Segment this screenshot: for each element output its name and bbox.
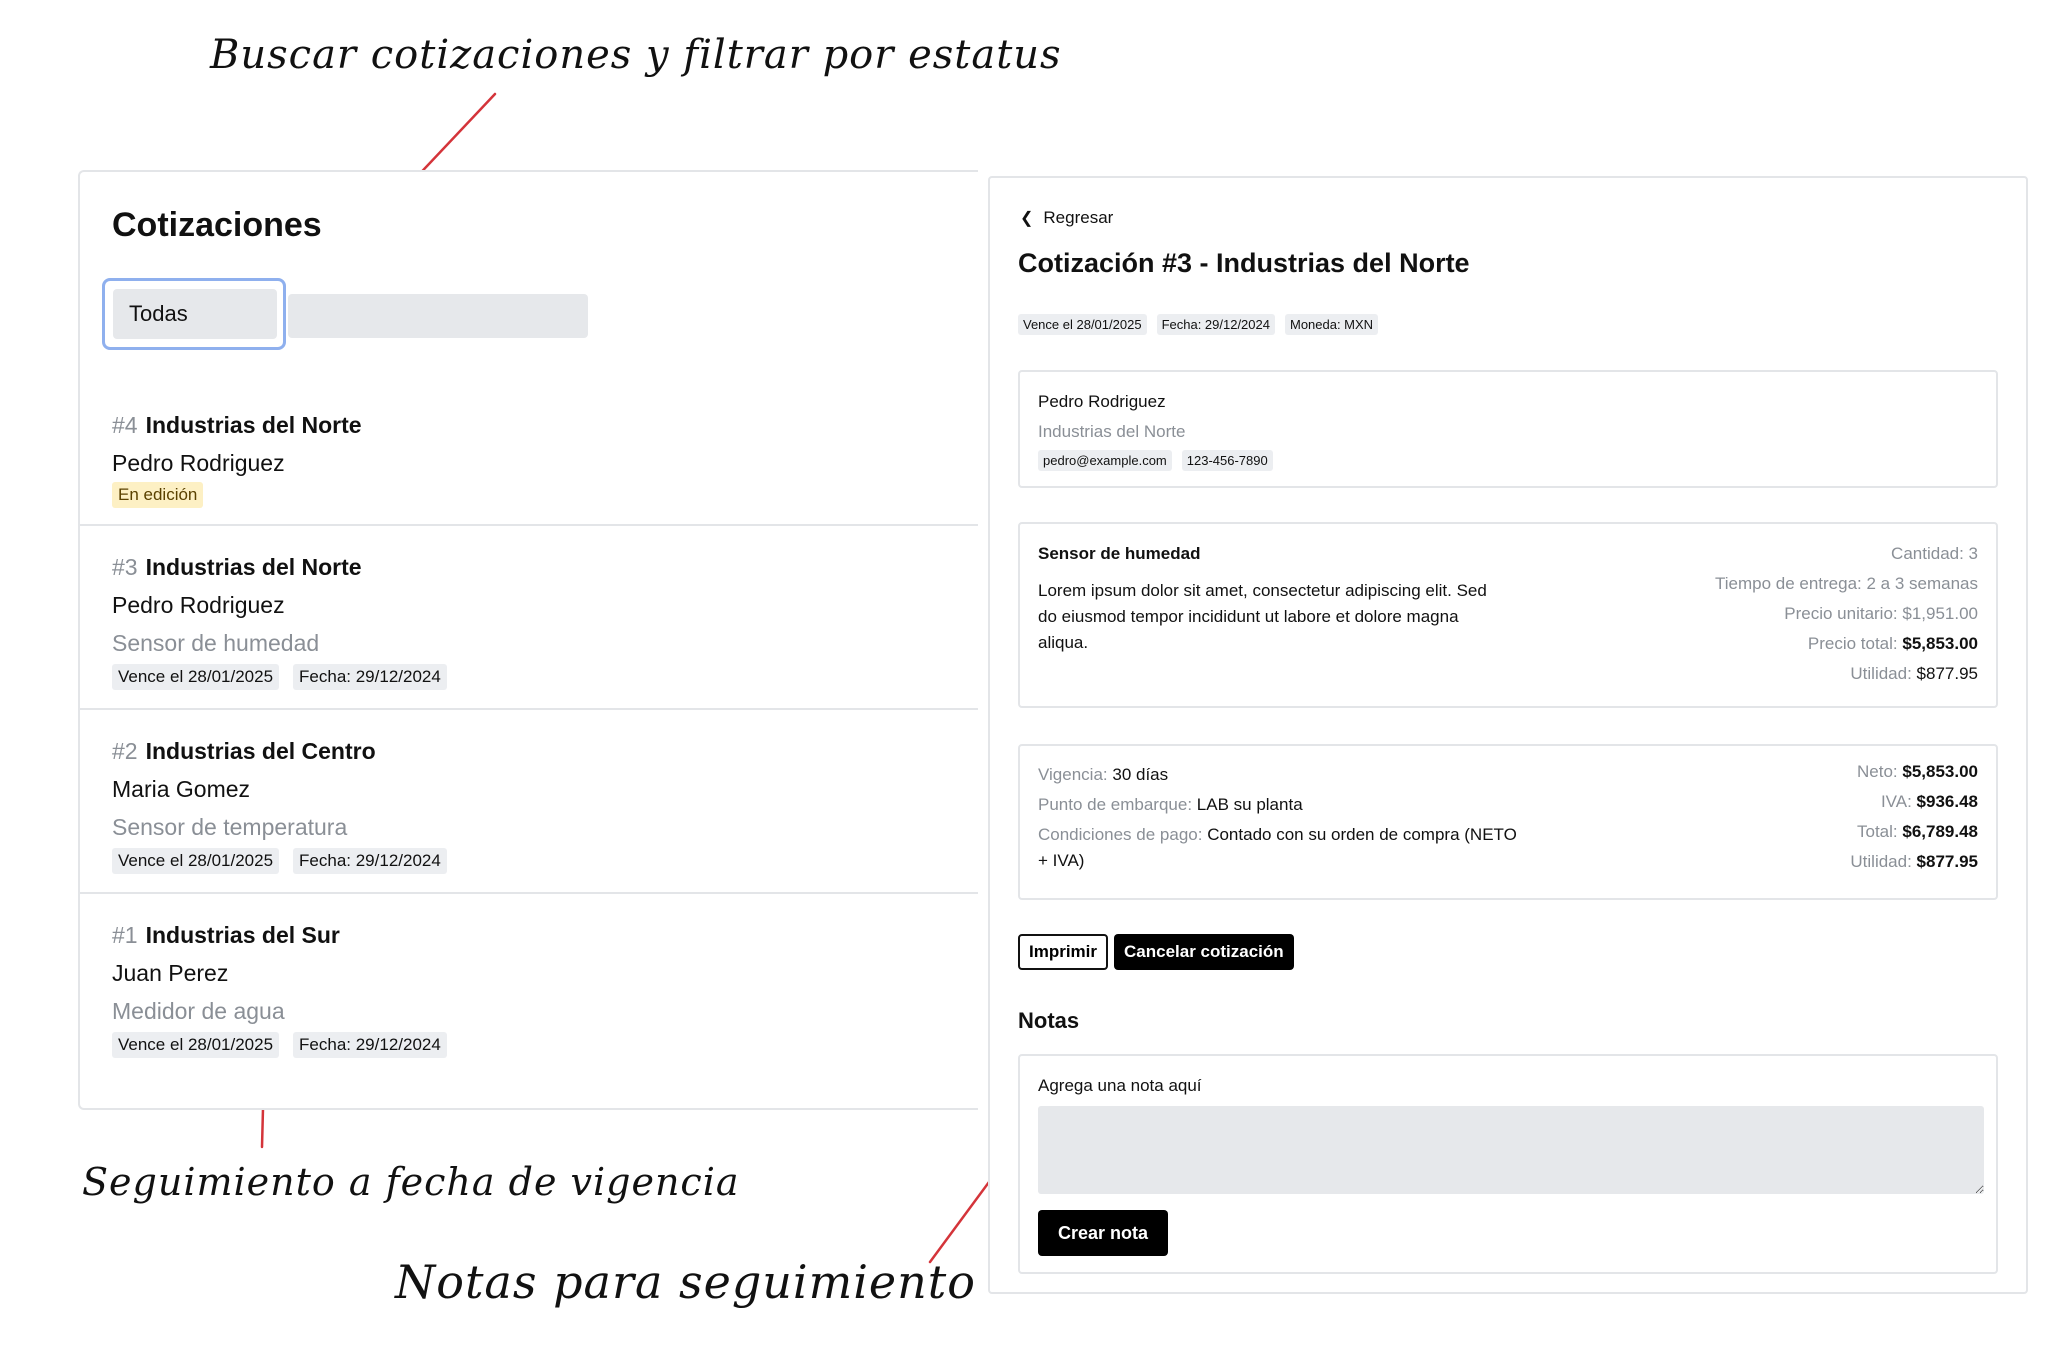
quotation-company: Industrias del Centro bbox=[145, 738, 376, 764]
contact-email: pedro@example.com bbox=[1038, 450, 1172, 471]
back-label: Regresar bbox=[1043, 208, 1114, 227]
list-title: Cotizaciones bbox=[112, 206, 322, 244]
detail-title: Cotización #3 - Industrias del Norte bbox=[1018, 248, 1470, 278]
quotation-number: #4 bbox=[112, 412, 138, 438]
quotation-item-2[interactable]: #2 Industrias del Centro Maria Gomez Sens… bbox=[80, 710, 978, 894]
product-profit-value: $877.95 bbox=[1916, 664, 1978, 683]
notes-title: Notas bbox=[1018, 1008, 1080, 1033]
total-label: Total: bbox=[1856, 822, 1898, 841]
validity-label: Vigencia: bbox=[1038, 765, 1108, 784]
product-quantity: Cantidad: 3 bbox=[1891, 544, 1978, 563]
shipping-label: Punto de embarque: bbox=[1038, 795, 1193, 814]
quotation-number: #2 bbox=[112, 738, 138, 764]
date-tag: Fecha: 29/12/2024 bbox=[293, 1032, 447, 1058]
due-date-tag: Vence el 28/01/2025 bbox=[112, 1032, 280, 1058]
terms-card: Vigencia: 30 días Punto de embarque: LAB… bbox=[1018, 744, 1998, 900]
quotation-detail-panel: ❮ Regresar Cotización #3 - Industrias de… bbox=[988, 176, 2028, 1294]
contact-phone: 123-456-7890 bbox=[1181, 450, 1273, 471]
status-filter-focus-ring: Todas bbox=[102, 278, 286, 350]
status-filter-select[interactable]: Todas bbox=[113, 289, 277, 339]
note-textarea[interactable] bbox=[1038, 1106, 1984, 1194]
detail-tags: Vence el 28/01/2025 Fecha: 29/12/2024 Mo… bbox=[1018, 314, 1379, 335]
quotation-number: #1 bbox=[112, 922, 138, 948]
quotation-product: Medidor de agua bbox=[112, 998, 285, 1024]
quotation-item-1[interactable]: #1 Industrias del Sur Juan Perez Medidor … bbox=[80, 894, 978, 1094]
iva-label: IVA: bbox=[1880, 792, 1912, 811]
quotation-product: Sensor de temperatura bbox=[112, 814, 348, 840]
iva-value: $936.48 bbox=[1916, 792, 1978, 811]
product-card: Sensor de humedad Lorem ipsum dolor sit … bbox=[1018, 522, 1998, 708]
cancel-quotation-button[interactable]: Cancelar cotización bbox=[1114, 934, 1294, 970]
contact-card: Pedro Rodriguez Industrias del Norte ped… bbox=[1018, 370, 1998, 488]
chevron-left-icon: ❮ bbox=[1020, 210, 1034, 227]
quotation-product: Sensor de humedad bbox=[112, 630, 320, 656]
product-description: Lorem ipsum dolor sit amet, consectetur … bbox=[1038, 581, 1487, 652]
quotation-company: Industrias del Sur bbox=[145, 922, 340, 948]
product-total-price: Precio total: $5,853.00 bbox=[1808, 634, 1978, 654]
total-value: $6,789.48 bbox=[1902, 822, 1978, 841]
quotation-number: #3 bbox=[112, 554, 138, 580]
product-total-value: $5,853.00 bbox=[1902, 634, 1978, 653]
quotation-item-4[interactable]: #4 Industrias del Norte Pedro Rodriguez E… bbox=[80, 382, 978, 526]
quotation-item-3[interactable]: #3 Industrias del Norte Pedro Rodriguez S… bbox=[80, 526, 978, 710]
date-tag: Fecha: 29/12/2024 bbox=[1156, 314, 1275, 335]
annotation-vigencia: Seguimiento a fecha de vigencia bbox=[82, 1160, 740, 1204]
payment-label: Condiciones de pago: bbox=[1038, 825, 1203, 844]
due-date-tag: Vence el 28/01/2025 bbox=[112, 848, 280, 874]
quotation-contact: Pedro Rodriguez bbox=[112, 592, 285, 618]
due-date-tag: Vence el 28/01/2025 bbox=[112, 664, 280, 690]
date-tag: Fecha: 29/12/2024 bbox=[293, 848, 447, 874]
date-tag: Fecha: 29/12/2024 bbox=[293, 664, 447, 690]
create-note-button[interactable]: Crear nota bbox=[1038, 1210, 1169, 1256]
product-name: Sensor de humedad bbox=[1038, 544, 1201, 563]
contact-name: Pedro Rodriguez bbox=[1038, 392, 1166, 411]
net-label: Neto: bbox=[1856, 762, 1898, 781]
status-badge: En edición bbox=[112, 482, 204, 508]
shipping-value: LAB su planta bbox=[1196, 795, 1303, 814]
product-lead-time: Tiempo de entrega: 2 a 3 semanas bbox=[1714, 574, 1978, 593]
contact-company: Industrias del Norte bbox=[1038, 422, 1186, 441]
currency-tag: Moneda: MXN bbox=[1284, 314, 1379, 335]
print-button[interactable]: Imprimir bbox=[1018, 934, 1109, 970]
quotation-contact: Juan Perez bbox=[112, 960, 229, 986]
terms-profit-value: $877.95 bbox=[1916, 852, 1978, 871]
quotation-contact: Maria Gomez bbox=[112, 776, 251, 802]
back-link[interactable]: ❮ Regresar bbox=[1020, 208, 1113, 228]
notes-label: Agrega una nota aquí bbox=[1038, 1076, 1202, 1095]
quotations-list-panel: Cotizaciones Todas #4 Industrias del Nort… bbox=[78, 170, 978, 1110]
due-date-tag: Vence el 28/01/2025 bbox=[1018, 314, 1147, 335]
product-total-label: Precio total: bbox=[1807, 634, 1898, 653]
terms-profit-label: Utilidad: bbox=[1850, 852, 1912, 871]
annotation-notas: Notas para seguimiento bbox=[395, 1255, 976, 1309]
product-profit: Utilidad: $877.95 bbox=[1850, 664, 1978, 684]
notes-card: Agrega una nota aquí Crear nota bbox=[1018, 1054, 1998, 1274]
validity-value: 30 días bbox=[1112, 765, 1169, 784]
product-unit-price: Precio unitario: $1,951.00 bbox=[1784, 604, 1978, 623]
quotation-company: Industrias del Norte bbox=[145, 554, 362, 580]
annotation-search-filter: Buscar cotizaciones y filtrar por estatu… bbox=[210, 32, 1062, 78]
product-profit-label: Utilidad: bbox=[1850, 664, 1912, 683]
net-value: $5,853.00 bbox=[1902, 762, 1978, 781]
search-input[interactable] bbox=[288, 294, 588, 338]
quotation-contact: Pedro Rodriguez bbox=[112, 450, 285, 476]
quotation-company: Industrias del Norte bbox=[145, 412, 362, 438]
